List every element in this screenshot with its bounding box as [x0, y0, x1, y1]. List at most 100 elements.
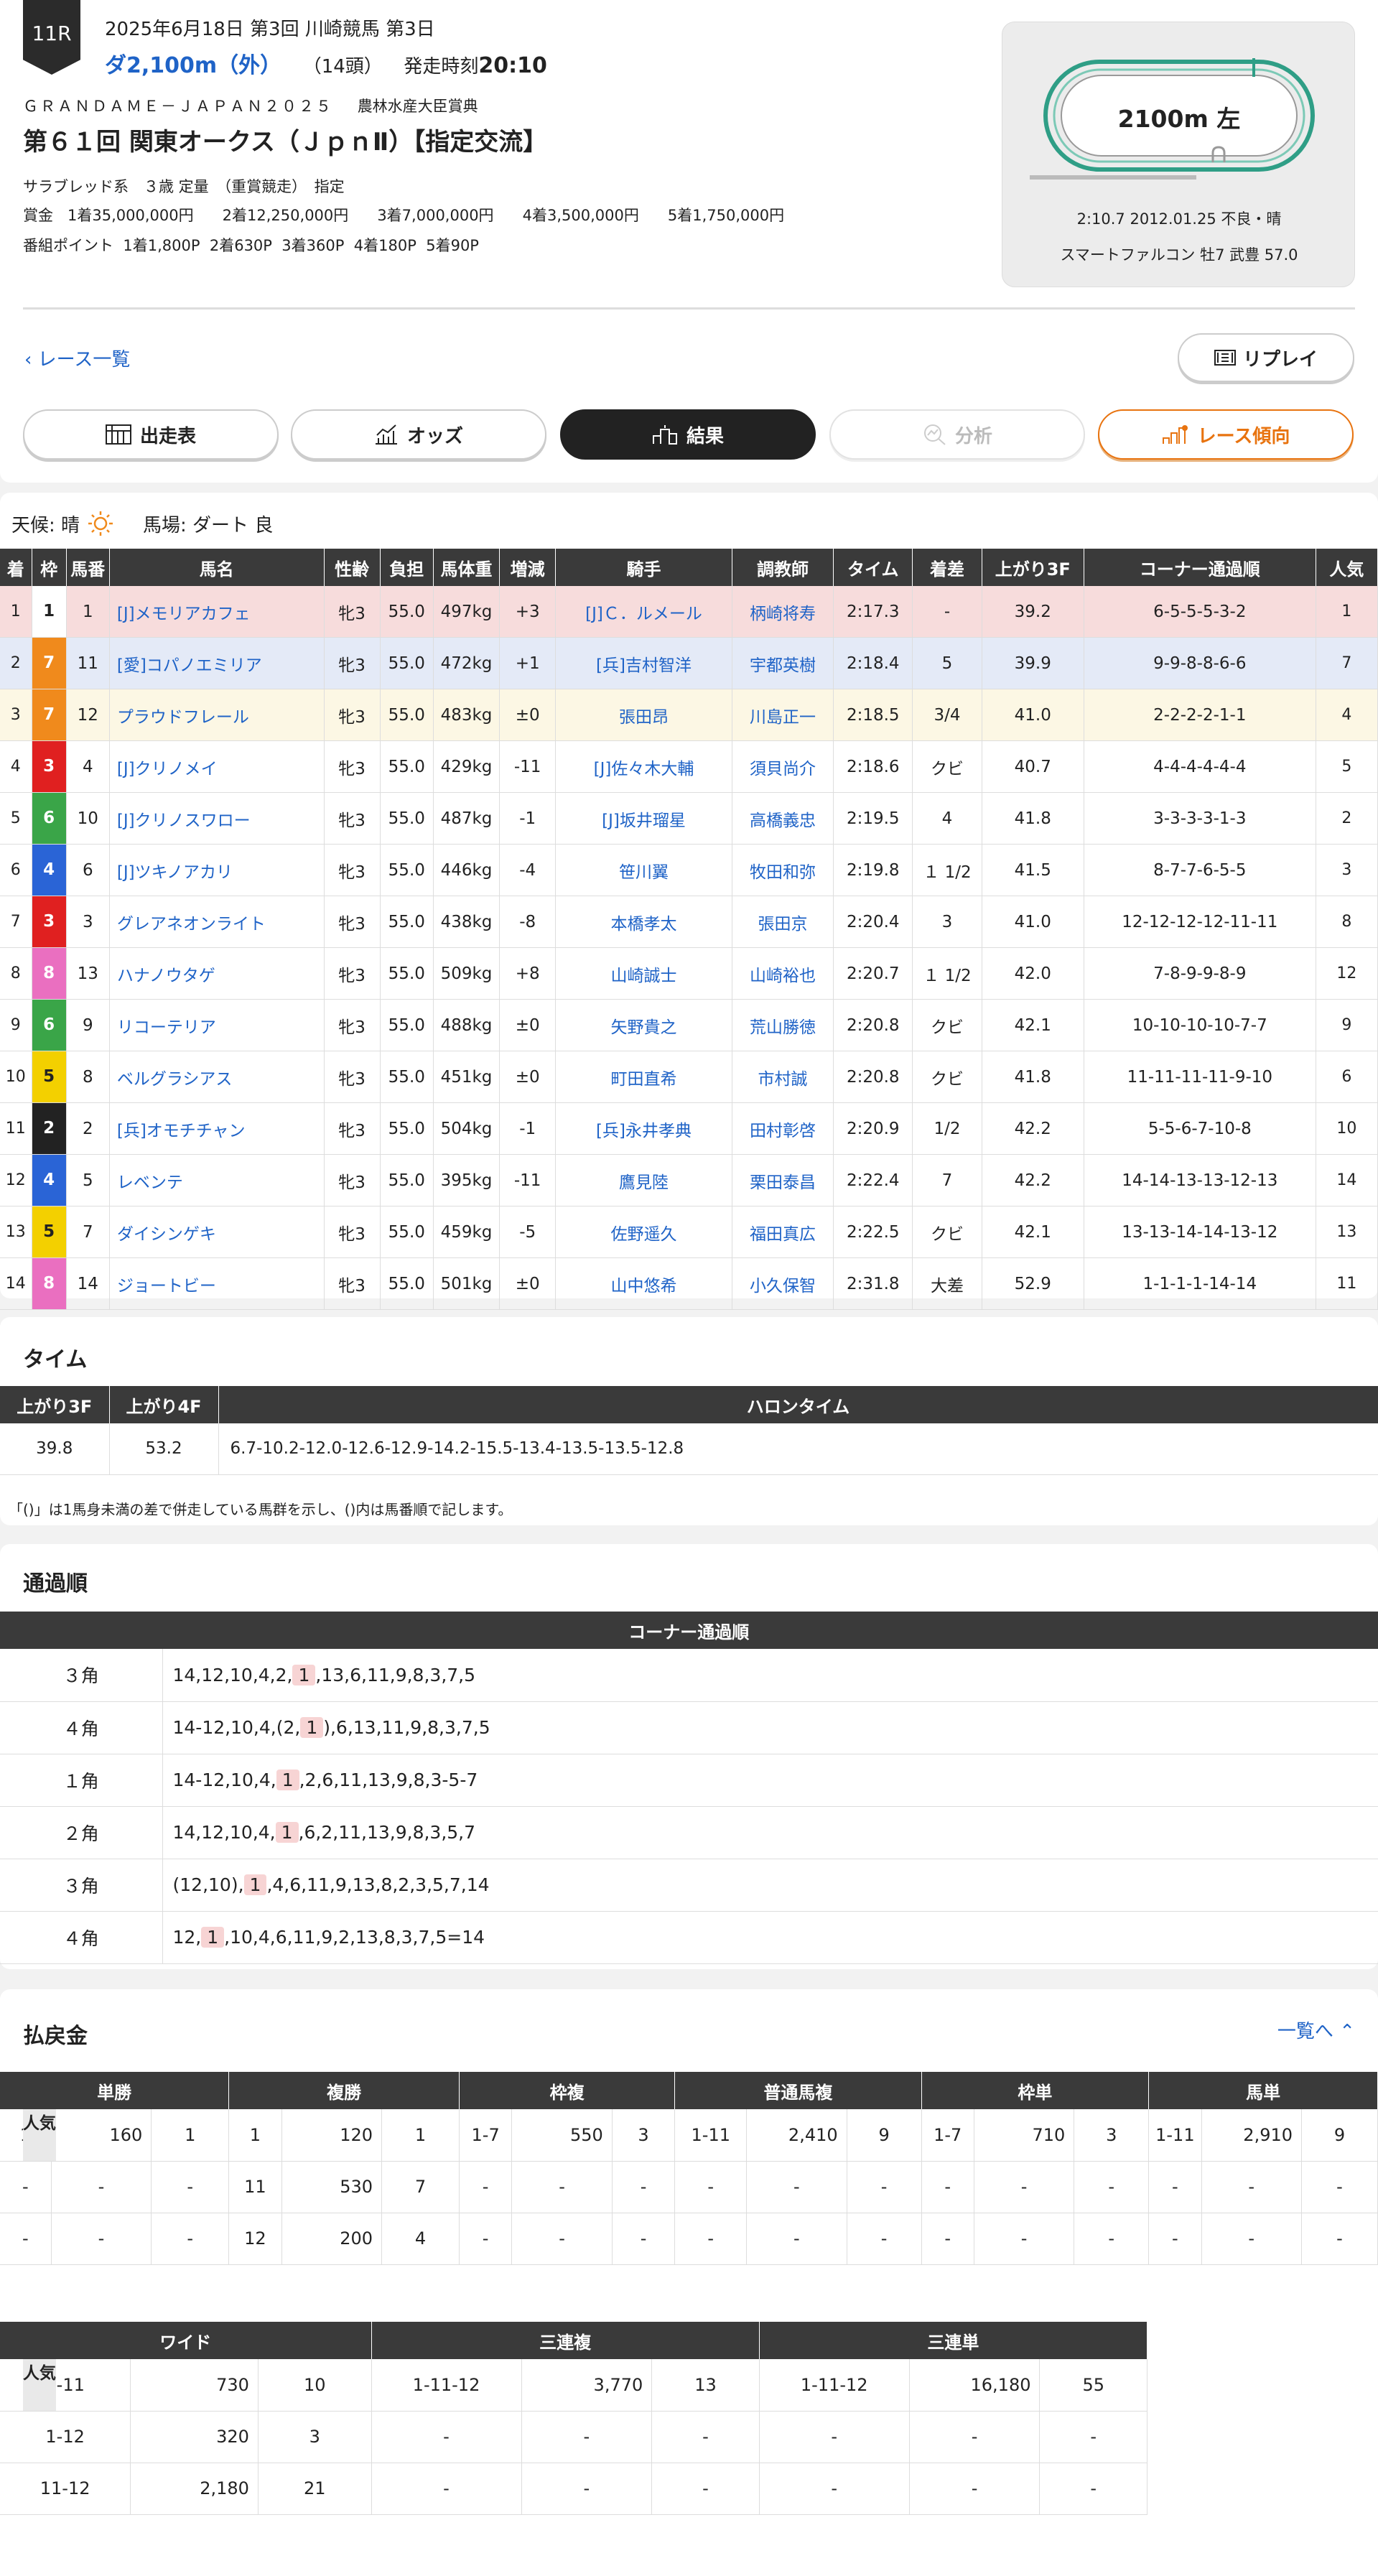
cell-trainer[interactable]: 牧田和弥: [732, 844, 834, 896]
cell-horse-name[interactable]: ハナノウタゲ: [109, 947, 325, 1000]
payout-cell: -: [0, 2213, 52, 2265]
cell-trainer[interactable]: 福田真広: [732, 1206, 834, 1258]
post-time: 20:10: [478, 53, 547, 78]
cell-jockey[interactable]: [J]Ｃ．ルメール: [555, 586, 732, 638]
race-title: 第６１回 関東オークス（ＪｐｎⅡ）【指定交流】: [23, 128, 548, 157]
cell-corner-positions: 10-10-10-10-7-7: [1084, 999, 1316, 1051]
cell-horse-name[interactable]: ダイシンゲキ: [109, 1206, 325, 1258]
table-icon: [105, 424, 131, 445]
cell-jockey[interactable]: 山中悠希: [555, 1257, 732, 1310]
passing-row: ４角 14-12,10,4,(2, 1),6,13,11,9,8,3,7,5: [0, 1701, 1378, 1754]
cell-jockey[interactable]: [J]佐々木大輔: [555, 740, 732, 793]
cell-horse-name[interactable]: [J]メモリアカフェ: [109, 586, 325, 638]
cell-trainer[interactable]: 小久保智: [732, 1257, 834, 1310]
cell-trainer[interactable]: 田村彰啓: [732, 1102, 834, 1155]
cell-jockey[interactable]: 笹川翼: [555, 844, 732, 896]
cell-weight-carried: 55.0: [380, 689, 434, 741]
tab-results[interactable]: 結果: [560, 409, 816, 460]
payout-cell: -: [1201, 2161, 1303, 2213]
cell-horse-name[interactable]: レベンテ: [109, 1154, 325, 1206]
cell-horse-name[interactable]: [J]クリノスワロー: [109, 792, 325, 845]
cell-body-weight: 429kg: [433, 740, 501, 793]
winner-highlight: 1: [243, 1874, 267, 1895]
cell-trainer[interactable]: 川島正一: [732, 689, 834, 741]
cell-jockey[interactable]: 矢野貴之: [555, 999, 732, 1051]
cell-trainer[interactable]: 張田京: [732, 896, 834, 948]
tab-entries[interactable]: 出走表: [23, 409, 279, 460]
cell-corner-positions: 13-13-14-14-13-12: [1084, 1206, 1316, 1258]
winner-highlight: 1: [292, 1664, 316, 1685]
payout-cell: 2,910: [1201, 2109, 1303, 2162]
payout-cell: 11-12: [0, 2463, 131, 2515]
cell-jockey[interactable]: 町田直希: [555, 1051, 732, 1103]
cell-jockey[interactable]: [J]坂井瑠星: [555, 792, 732, 845]
cell-waku: 6: [32, 999, 67, 1051]
payout-list-link[interactable]: 一覧へ ⌃: [1277, 2017, 1355, 2043]
cell-jockey[interactable]: 本橋孝太: [555, 896, 732, 948]
cell-horse-number: 2: [66, 1102, 110, 1155]
cell-jockey[interactable]: 佐野遥久: [555, 1206, 732, 1258]
cell-jockey[interactable]: [兵]永井孝典: [555, 1102, 732, 1155]
cell-jockey[interactable]: 山崎誠士: [555, 947, 732, 1000]
cell-waku: 8: [32, 947, 67, 1000]
cell-horse-name[interactable]: ジョートビー: [109, 1257, 325, 1310]
cell-horse-number: 9: [66, 999, 110, 1051]
race-series: ＧＲＡＮＤＡＭＥ－ＪＡＰＡＮ２０２５ 農林水産大臣賞典: [23, 95, 478, 116]
payout-cell: 1-12: [0, 2411, 131, 2463]
cell-margin: 1/2: [912, 1102, 982, 1155]
cell-horse-name[interactable]: プラウドフレール: [109, 689, 325, 741]
cell-horse-name[interactable]: [J]ツキノアカリ: [109, 844, 325, 896]
track-conditions: 天候: 晴 馬場: ダート 良: [11, 510, 273, 537]
payout-row: 1-12 320 3- - - - - -: [0, 2411, 1147, 2463]
cell-trainer[interactable]: 荒山勝徳: [732, 999, 834, 1051]
cell-last-3f: 41.8: [982, 792, 1084, 845]
cell-horse-name[interactable]: [愛]コパノエミリア: [109, 637, 325, 689]
back-link-label: レース一覧: [37, 349, 131, 371]
back-to-race-list-link[interactable]: ‹ レース一覧: [24, 345, 130, 371]
cell-trainer[interactable]: 宇都英樹: [732, 637, 834, 689]
cell-horse-name[interactable]: グレアネオンライト: [109, 896, 325, 948]
payout-group-header: ワイド: [0, 2322, 372, 2359]
cell-weight-change: -4: [499, 844, 557, 896]
cell-sex-age: 牝3: [324, 637, 381, 689]
cell-trainer[interactable]: 柄崎将寿: [732, 586, 834, 638]
cell-weight-carried: 55.0: [380, 999, 434, 1051]
payout-cell: 730: [130, 2359, 259, 2412]
cell-last-3f: 41.8: [982, 1051, 1084, 1103]
payout-cell: -: [651, 2411, 760, 2463]
cell-waku: 4: [32, 1154, 67, 1206]
cell-trainer[interactable]: 栗田泰昌: [732, 1154, 834, 1206]
cell-jockey[interactable]: 鷹見陸: [555, 1154, 732, 1206]
cell-weight-carried: 55.0: [380, 792, 434, 845]
payout-cell: 120: [281, 2109, 383, 2162]
cell-jockey[interactable]: [兵]吉村智洋: [555, 637, 732, 689]
cell-weight-carried: 55.0: [380, 1206, 434, 1258]
tab-race-trends[interactable]: レース傾向: [1098, 409, 1354, 460]
cell-trainer[interactable]: 須貝尚介: [732, 740, 834, 793]
cell-margin: クビ: [912, 1051, 982, 1103]
corner-order: 14,12,10,4, 1,6,2,11,13,9,8,3,5,7: [162, 1806, 1378, 1859]
cell-sex-age: 牝3: [324, 1257, 381, 1310]
results-header-popularity: 人気: [1316, 549, 1378, 586]
cell-horse-name[interactable]: [兵]オモチチャン: [109, 1102, 325, 1155]
payout-cell: -: [511, 2161, 613, 2213]
payout-cell: -: [746, 2161, 847, 2213]
cell-horse-name[interactable]: ベルグラシアス: [109, 1051, 325, 1103]
cell-jockey[interactable]: 張田昂: [555, 689, 732, 741]
corner-label: ３角: [0, 1859, 163, 1912]
cell-trainer[interactable]: 市村誠: [732, 1051, 834, 1103]
time-header-4f: 上がり4F: [109, 1386, 219, 1423]
corner-order: 14,12,10,4,2, 1,13,6,11,9,8,3,7,5: [162, 1649, 1378, 1702]
cell-rank: 10: [0, 1051, 32, 1103]
results-header-sex-age: 性齢: [324, 549, 381, 586]
tab-odds[interactable]: オッズ: [291, 409, 546, 460]
replay-button[interactable]: リプレイ: [1178, 333, 1354, 382]
cell-trainer[interactable]: 高橋義忠: [732, 792, 834, 845]
payout-row: 11601112011-755031-112,41091-771031-112,…: [0, 2109, 1378, 2162]
table-row: 13 5 7 ダイシンゲキ 牝3 55.0 459kg -5 佐野遥久 福田真広 2:22.5 クビ 4…: [0, 1206, 1378, 1258]
cell-trainer[interactable]: 山崎裕也: [732, 947, 834, 1000]
cell-horse-name[interactable]: [J]クリノメイ: [109, 740, 325, 793]
cell-margin: 4: [912, 792, 982, 845]
cell-horse-name[interactable]: リコーテリア: [109, 999, 325, 1051]
cell-popularity: 8: [1316, 896, 1378, 948]
